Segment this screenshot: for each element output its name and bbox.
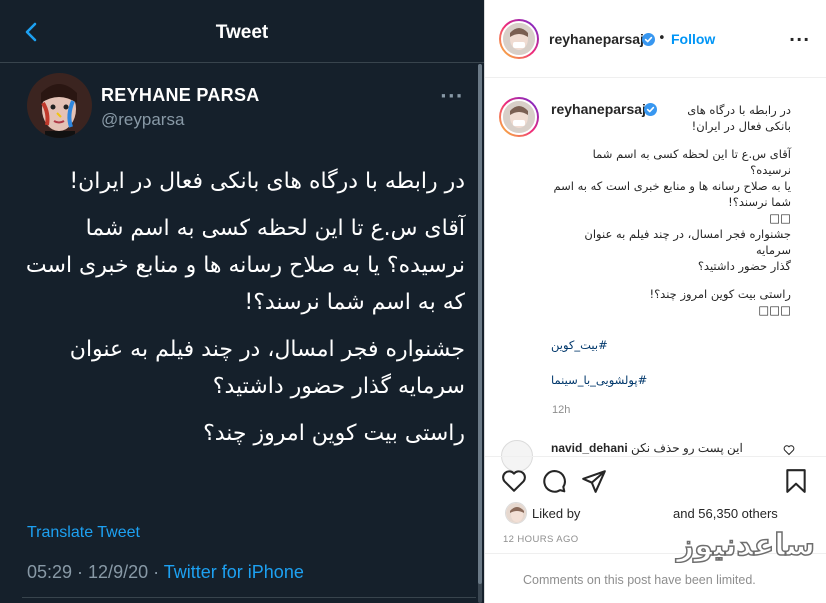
comments-limited-notice: Comments on this post have been limited.: [523, 573, 756, 587]
caption-line: □□: [769, 211, 791, 225]
verified-badge-icon: [642, 33, 655, 46]
post-header: reyhaneparsaj • Follow ···: [485, 0, 826, 78]
liker-avatar[interactable]: [505, 502, 527, 524]
comment-username[interactable]: navid_dehani: [551, 441, 628, 455]
caption-line: جشنواره فجر امسال، در چند فیلم به عنوان …: [584, 227, 791, 257]
tweet-meta: 05:29 · 12/9/20 · Twitter for iPhone: [27, 562, 304, 583]
tweet-paragraph: آقای س.ع تا این لحظه کسی به اسم شما نرسی…: [25, 216, 465, 315]
caption-line: گذار حضور داشتید؟: [697, 259, 791, 273]
likes-count[interactable]: and 56,350 others: [673, 506, 778, 521]
scrollbar-thumb[interactable]: [478, 64, 482, 584]
divider: [22, 597, 476, 598]
comment: navid_dehani این پست رو حذف نکن: [551, 441, 743, 455]
follow-button[interactable]: Follow: [671, 31, 715, 47]
separator-dot: •: [658, 31, 666, 46]
tweet-text: در رابطه با درگاه های بانکی فعال در ایرا…: [22, 163, 465, 462]
display-name[interactable]: REYHANE PARSA: [101, 85, 260, 106]
divider: [485, 553, 826, 554]
translate-tweet-link[interactable]: Translate Tweet: [27, 524, 140, 542]
avatar[interactable]: [499, 19, 539, 59]
username[interactable]: reyhaneparsaj: [549, 31, 644, 47]
caption-line: بانکی فعال در ایران!: [691, 119, 791, 133]
caption-line: شما نرسند؟!: [728, 195, 791, 209]
caption-avatar[interactable]: [499, 97, 539, 137]
twitter-panel: Tweet REYHANE PARSA @reyparsa ··· در راب…: [0, 0, 484, 603]
caption-line: راستی بیت کوین امروز چند؟!: [649, 287, 791, 301]
comment-text: این پست رو حذف نکن: [631, 441, 743, 455]
more-options-icon[interactable]: ···: [789, 30, 810, 49]
hashtag-link[interactable]: #پولشویی_با_سینما: [551, 373, 647, 387]
share-send-icon[interactable]: [581, 468, 607, 494]
like-heart-icon[interactable]: [501, 468, 527, 494]
post-timestamp[interactable]: 12 HOURS AGO: [503, 534, 579, 545]
avatar[interactable]: [27, 73, 92, 138]
tweet-paragraph: راستی بیت کوین امروز چند؟: [203, 421, 465, 446]
comment-bubble-icon[interactable]: [541, 468, 567, 494]
tweet-paragraph: در رابطه با درگاه های بانکی فعال در ایرا…: [69, 169, 465, 194]
save-bookmark-icon[interactable]: [783, 468, 809, 494]
more-options-icon[interactable]: ···: [440, 86, 464, 107]
caption-line: آقای س.ع تا این لحظه کسی به اسم شما نرسی…: [592, 147, 791, 177]
caption-line: □□□: [758, 303, 791, 317]
liked-by-label: Liked by: [532, 506, 581, 521]
caption-line: در رابطه با درگاه های: [687, 103, 791, 117]
user-handle[interactable]: @reyparsa: [101, 110, 184, 130]
tweet-timestamp[interactable]: 05:29 · 12/9/20 ·: [27, 562, 164, 582]
comment-like-icon[interactable]: [783, 444, 795, 456]
page-title: Tweet: [215, 22, 269, 43]
post-time: 12h: [552, 404, 571, 416]
tweet-source-link[interactable]: Twitter for iPhone: [164, 562, 304, 582]
divider: [485, 456, 826, 457]
instagram-panel: reyhaneparsaj • Follow ··· reyhaneparsaj…: [484, 0, 826, 603]
caption-text: در رابطه با درگاه های بانکی فعال در ایرا…: [551, 102, 791, 318]
tweet-paragraph: جشنواره فجر امسال، در چند فیلم به عنوان …: [69, 337, 465, 399]
caption-line: یا به صلاح رسانه ها و منابع خبری است که …: [553, 179, 791, 193]
tweet-header: Tweet: [0, 0, 484, 63]
hashtag-link[interactable]: #بیت_کوین: [551, 338, 608, 352]
